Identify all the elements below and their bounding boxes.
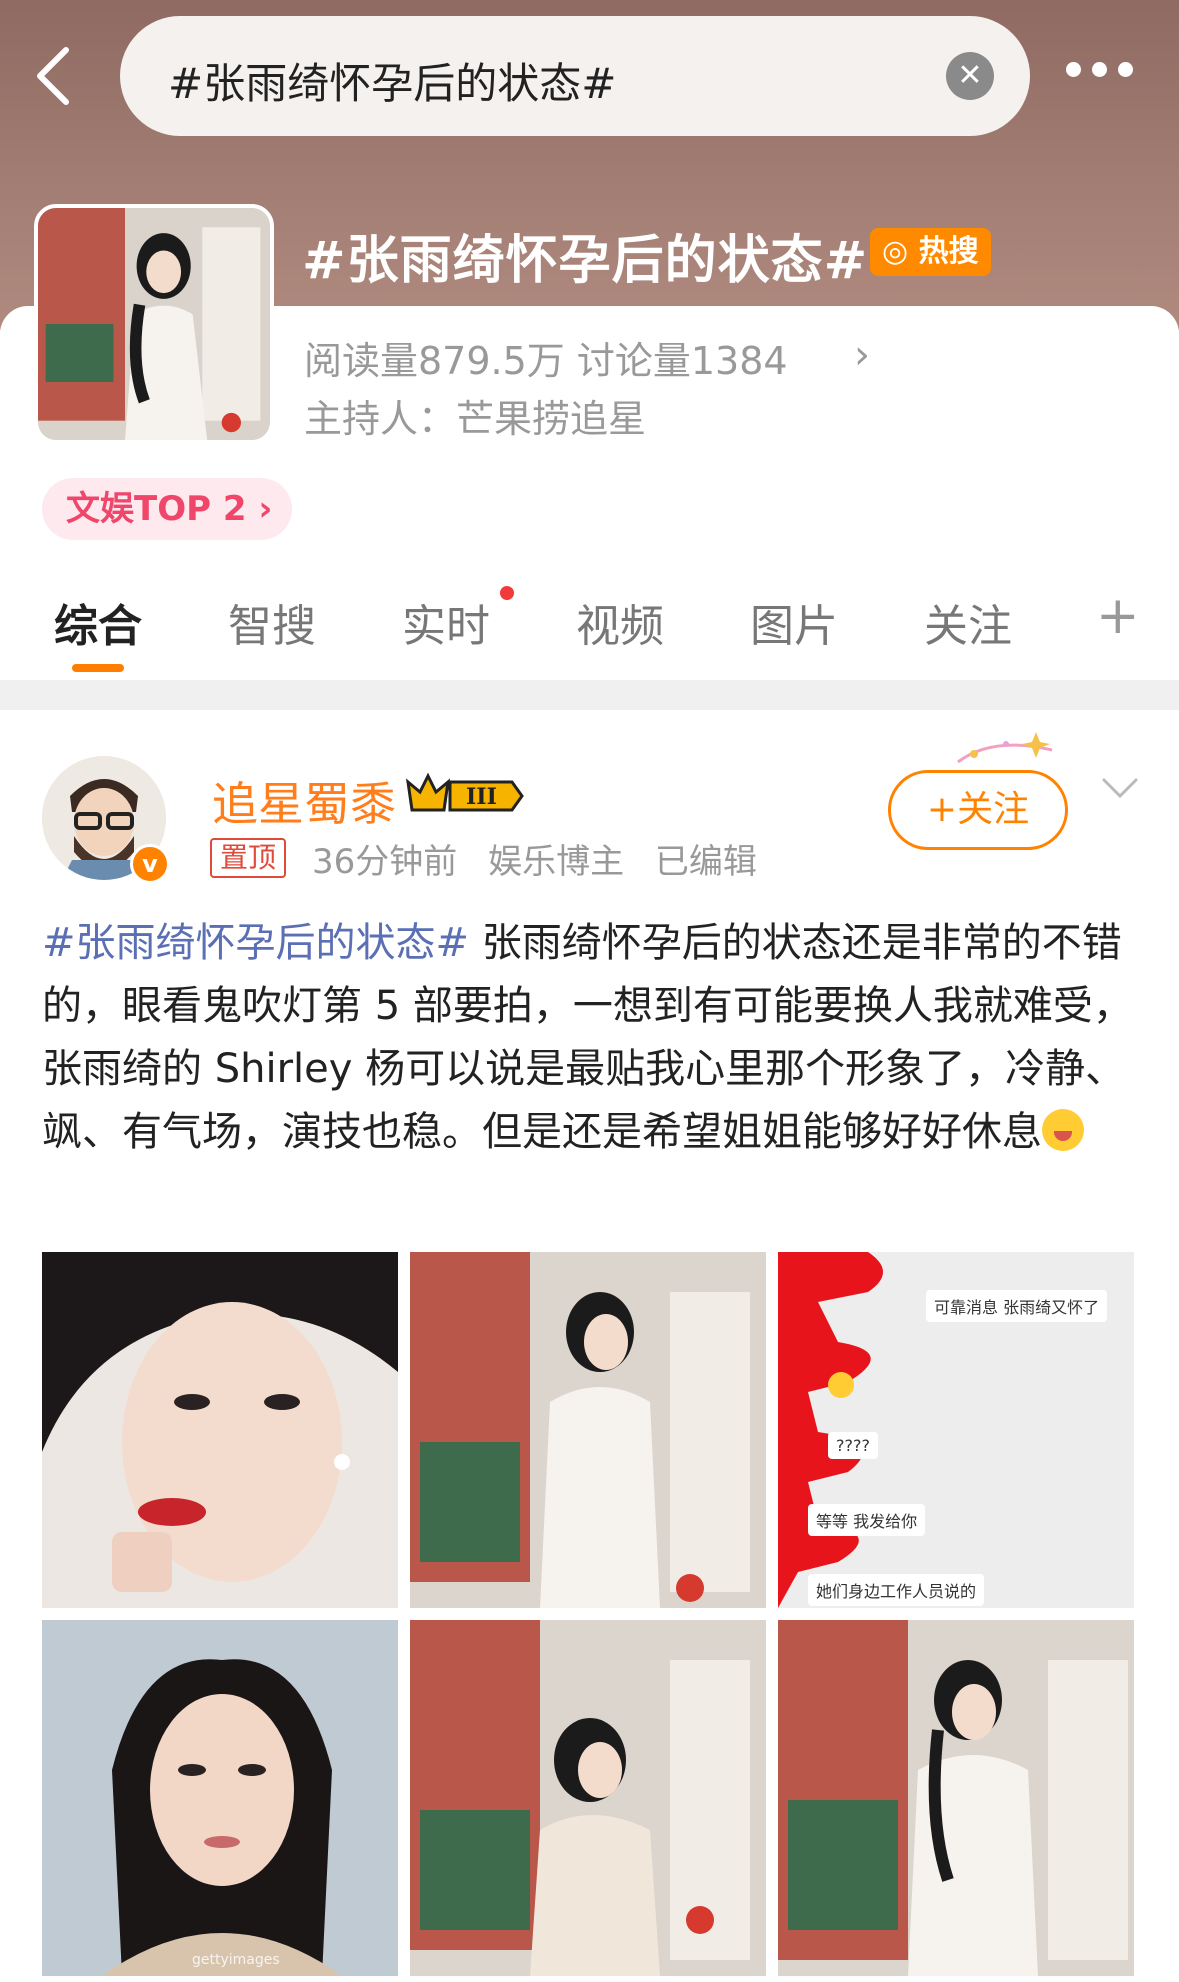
post-hashtag-link[interactable]: #张雨绮怀孕后的状态# bbox=[42, 920, 469, 966]
realtime-notification-dot bbox=[500, 586, 514, 600]
active-tab-indicator bbox=[72, 664, 124, 672]
svg-text:III: III bbox=[466, 784, 497, 810]
post-image-5[interactable] bbox=[410, 1620, 766, 1976]
author-role: 娱乐博主 bbox=[488, 842, 625, 882]
chat-message: 她们身边工作人员说的 bbox=[808, 1574, 985, 1606]
follow-button[interactable]: +关注 bbox=[888, 770, 1068, 850]
search-query[interactable]: #张雨绮怀孕后的状态# bbox=[168, 50, 616, 111]
chat-message: 可靠消息 张雨绮又怀了 bbox=[926, 1290, 1108, 1322]
topic-stats[interactable]: 阅读量879.5万 讨论量1384 bbox=[304, 330, 788, 385]
hot-search-badge[interactable]: ◎ 热搜 bbox=[870, 228, 991, 276]
post-image-1[interactable] bbox=[42, 1252, 398, 1608]
chevron-left-icon bbox=[37, 47, 69, 105]
tab-comprehensive[interactable]: 综合 bbox=[54, 590, 142, 654]
post-meta: 36分钟前 娱乐博主 已编辑 bbox=[312, 834, 777, 883]
add-tab-icon[interactable]: + bbox=[1096, 586, 1140, 646]
tab-realtime[interactable]: 实时 bbox=[402, 590, 490, 654]
more-options-button[interactable] bbox=[1066, 62, 1146, 88]
rank-pill[interactable]: 文娱TOP 2 › bbox=[42, 478, 293, 540]
verified-badge-icon: v bbox=[130, 844, 170, 884]
section-divider bbox=[0, 680, 1179, 710]
topic-title: #张雨绮怀孕后的状态# bbox=[302, 231, 869, 291]
tab-following[interactable]: 关注 bbox=[924, 590, 1012, 654]
author-name[interactable]: 追星蜀黍 bbox=[212, 768, 396, 834]
post-image-3[interactable]: 可靠消息 张雨绮又怀了 ???? 等等 我发给你 她们身边工作人员说的 bbox=[778, 1252, 1134, 1608]
thinking-emoji-icon bbox=[828, 1372, 854, 1398]
tab-smart-search[interactable]: 智搜 bbox=[228, 590, 316, 654]
post-image-2[interactable] bbox=[410, 1252, 766, 1608]
vip-level-badge-icon[interactable]: III bbox=[404, 770, 524, 818]
post-image-6[interactable] bbox=[778, 1620, 1134, 1976]
rank-label: 文娱TOP 2 bbox=[66, 489, 247, 529]
chevron-down-icon[interactable] bbox=[1100, 776, 1140, 802]
sparkle-decoration-icon bbox=[957, 732, 1053, 764]
post-image-4[interactable]: gettyimages bbox=[42, 1620, 398, 1976]
tab-video[interactable]: 视频 bbox=[576, 590, 664, 654]
blowing-kiss-emoji-icon bbox=[1042, 1109, 1084, 1151]
tab-images[interactable]: 图片 bbox=[750, 590, 838, 654]
close-icon: ✕ bbox=[957, 58, 983, 93]
image-watermark: gettyimages bbox=[192, 1952, 280, 1968]
tab-bar: 综合 智搜 实时 视频 图片 关注 bbox=[0, 580, 1179, 680]
edited-label: 已编辑 bbox=[654, 842, 757, 882]
topic-host[interactable]: 主持人：芒果捞追星 bbox=[304, 388, 646, 443]
hot-search-label: 热搜 bbox=[918, 234, 979, 269]
topic-thumbnail[interactable] bbox=[34, 204, 274, 444]
post-time: 36分钟前 bbox=[312, 842, 458, 882]
back-button[interactable] bbox=[30, 44, 78, 108]
chat-message: ???? bbox=[828, 1432, 878, 1459]
chevron-right-icon: › bbox=[258, 489, 273, 529]
chat-message: 等等 我发给你 bbox=[808, 1504, 926, 1536]
pinned-tag: 置顶 bbox=[210, 838, 287, 878]
search-bar[interactable]: #张雨绮怀孕后的状态# ✕ bbox=[120, 16, 1030, 136]
fire-icon: ◎ bbox=[882, 234, 909, 269]
clear-search-button[interactable]: ✕ bbox=[946, 52, 994, 100]
chevron-right-icon[interactable]: › bbox=[854, 332, 870, 378]
post-body: #张雨绮怀孕后的状态# 张雨绮怀孕后的状态还是非常的不错的，眼看鬼吹灯第 5 部… bbox=[42, 912, 1142, 1164]
